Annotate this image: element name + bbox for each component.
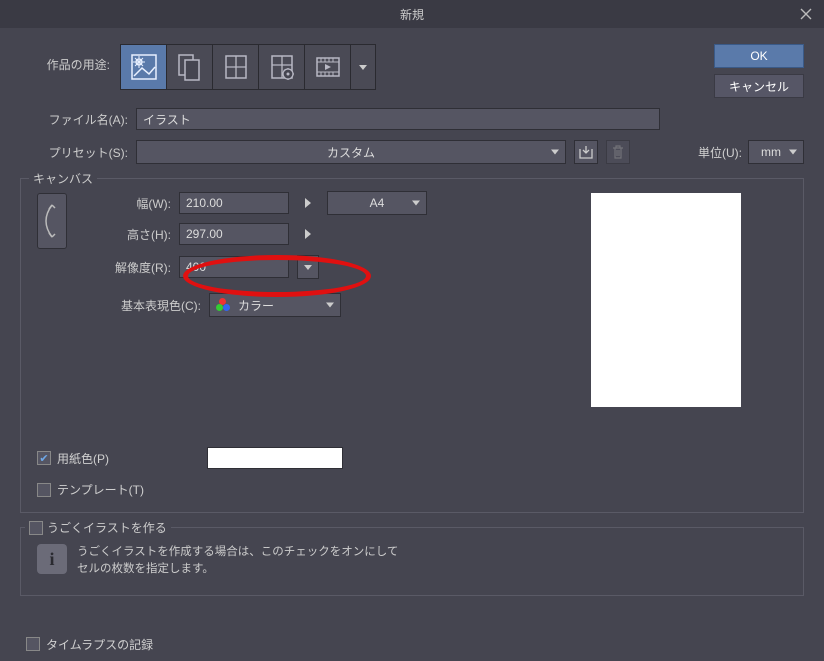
- width-input[interactable]: [179, 192, 289, 214]
- cancel-button[interactable]: キャンセル: [714, 74, 804, 98]
- resolution-input[interactable]: [179, 256, 289, 278]
- animate-fieldset: うごくイラストを作る i うごくイラストを作成する場合は、このチェックをオンにし…: [20, 527, 804, 596]
- animate-checkbox[interactable]: [29, 521, 43, 535]
- width-arrow-icon[interactable]: [297, 192, 319, 214]
- height-input[interactable]: [179, 223, 289, 245]
- template-label: テンプレート(T): [57, 481, 144, 498]
- color-mode-select[interactable]: カラー: [209, 293, 341, 317]
- timelapse-checkbox[interactable]: [26, 637, 40, 651]
- resolution-dropdown-button[interactable]: [297, 255, 319, 279]
- chevron-down-icon: [326, 303, 334, 308]
- dialog-content: 作品の用途:: [0, 28, 824, 661]
- usage-comic-icon[interactable]: [167, 45, 213, 89]
- filename-input[interactable]: [136, 108, 660, 130]
- animate-legend: うごくイラストを作る: [47, 519, 167, 536]
- paper-color-swatch[interactable]: [207, 447, 343, 469]
- template-checkbox[interactable]: [37, 483, 51, 497]
- usage-illustration-icon[interactable]: [121, 45, 167, 89]
- chevron-down-icon: [551, 150, 559, 155]
- usage-page-settings-icon[interactable]: [259, 45, 305, 89]
- usage-dropdown-icon[interactable]: [351, 45, 375, 89]
- paper-color-checkbox[interactable]: ✔: [37, 451, 51, 465]
- preset-select[interactable]: カスタム: [136, 140, 566, 164]
- usage-toolbar: [120, 44, 376, 90]
- canvas-preview: [591, 193, 741, 407]
- basic-color-label: 基本表現色(C):: [91, 297, 201, 314]
- timelapse-label: タイムラプスの記録: [46, 636, 153, 653]
- preset-save-button[interactable]: [574, 140, 598, 164]
- usage-animation-icon[interactable]: [305, 45, 351, 89]
- canvas-fieldset: キャンバス 幅(W): A4: [20, 178, 804, 513]
- orientation-button[interactable]: [37, 193, 67, 249]
- height-label: 高さ(H):: [91, 226, 171, 243]
- chevron-down-icon: [412, 201, 420, 206]
- usage-page-icon[interactable]: [213, 45, 259, 89]
- window-title: 新規: [400, 6, 424, 23]
- unit-select[interactable]: mm: [748, 140, 804, 164]
- preset-delete-button[interactable]: [606, 140, 630, 164]
- paper-color-label: 用紙色(P): [57, 450, 109, 467]
- filename-label: ファイル名(A):: [20, 111, 128, 128]
- chevron-down-icon: [789, 150, 797, 155]
- canvas-legend: キャンバス: [29, 170, 97, 187]
- preset-label: プリセット(S):: [20, 144, 128, 161]
- close-button[interactable]: [788, 0, 824, 28]
- animate-info-text: うごくイラストを作成する場合は、このチェックをオンにして セルの枚数を指定します…: [77, 544, 398, 579]
- width-label: 幅(W):: [91, 195, 171, 212]
- height-arrow-icon[interactable]: [297, 223, 319, 245]
- size-preset-select[interactable]: A4: [327, 191, 427, 215]
- usage-label: 作品の用途:: [20, 44, 110, 73]
- resolution-label: 解像度(R):: [91, 259, 171, 276]
- ok-button[interactable]: OK: [714, 44, 804, 68]
- titlebar: 新規: [0, 0, 824, 28]
- rgb-icon: [216, 298, 230, 312]
- info-icon: i: [37, 544, 67, 574]
- unit-label: 単位(U):: [698, 144, 742, 161]
